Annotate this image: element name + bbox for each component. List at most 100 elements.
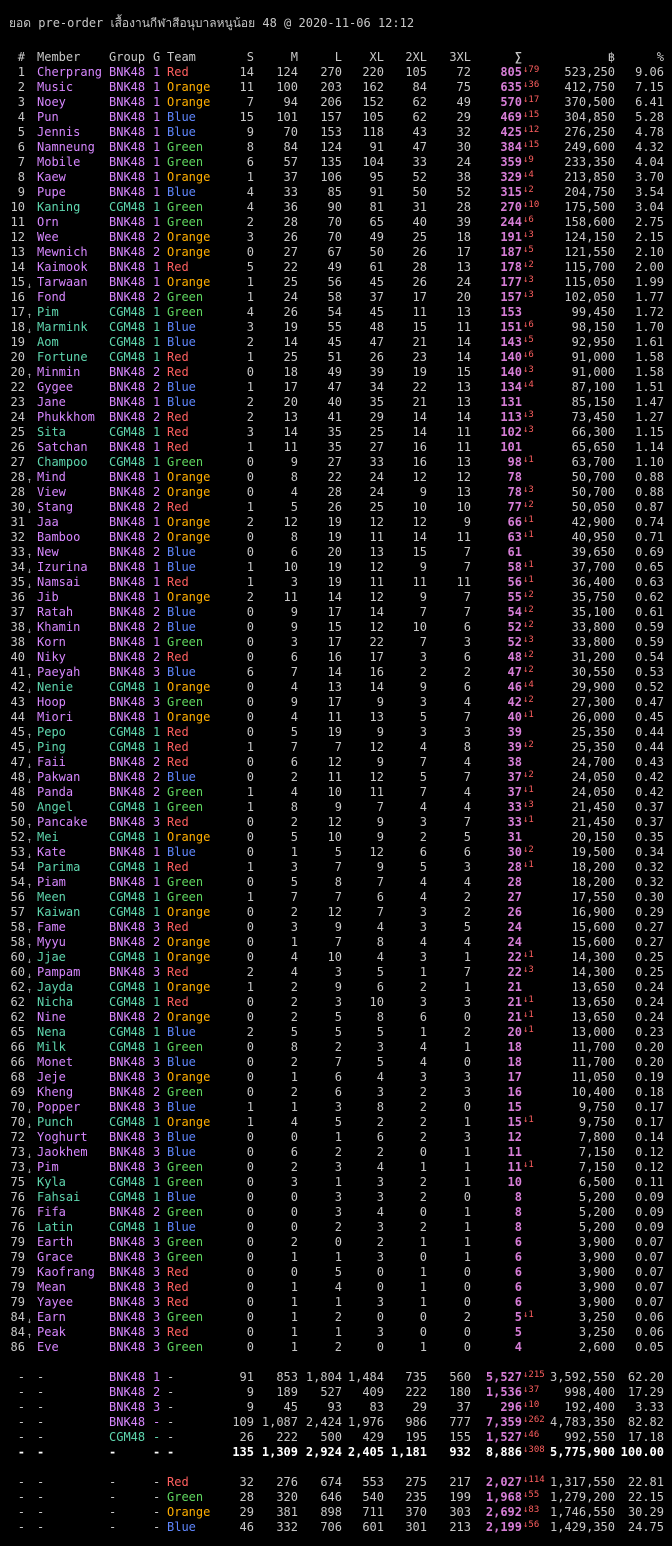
count-xl: 540 [362,1490,384,1504]
group: CGM48 [109,800,146,814]
rank: 33 [10,545,25,559]
count-s: 0 [246,650,254,664]
count-m: 14 [283,335,298,349]
total-baht: 523,250 [564,65,615,79]
table-row: 40 Niky BNK48 2 Red 0 6 16 17 3 6 48 ↓2 31,200 0.54 [0,650,672,665]
count-s: 0 [246,695,254,709]
table-row: 58 ↑ Fame BNK48 3 Red 0 3 9 4 3 5 24 15,600 0.27 [0,920,672,935]
count-increase: ↓37 [523,1385,540,1395]
header-baht: ฿ [607,50,615,64]
member-name: Mei [37,830,59,844]
team: Orange [167,95,211,109]
total-count: 270 [500,200,522,214]
count-xl: 3 [376,1085,384,1099]
team: Orange [167,950,211,964]
percent: 0.52 [635,680,664,694]
total-baht: 5,200 [578,1220,615,1234]
count-increase: ↓114 [523,1475,545,1485]
count-2xl: 5 [419,860,427,874]
total-baht: 18,200 [571,875,615,889]
member-name: Milk [37,1040,66,1054]
header-sum: ∑ [514,50,522,64]
count-l: 19 [327,515,342,529]
group: BNK48 [109,1145,146,1159]
member-name: Kaiwan [37,905,81,919]
team: Orange [167,170,211,184]
count-increase: ↓2 [523,500,534,510]
table-row: 76 Fifa BNK48 2 Green 0 0 3 4 0 1 8 5,200 0.09 [0,1205,672,1220]
generation: 1 [153,260,161,274]
team: Red [167,965,189,979]
total-baht: 370,500 [564,95,615,109]
count-2xl: 21 [412,395,427,409]
percent: 0.47 [635,695,664,709]
count-l: 527 [320,1385,342,1399]
count-m: 3 [290,635,298,649]
count-s: 0 [246,950,254,964]
count-l: 58 [327,290,342,304]
total-row: - - CGM48- -26 222 500 429 195 155 1,527 ↓46 992,55… [0,1430,672,1445]
count-s: 0 [246,770,254,784]
team: Green [167,155,204,169]
header-xl: XL [369,50,384,64]
generation: 1 [153,635,161,649]
count-l: 19 [327,725,342,739]
member-name: Grace [37,1250,74,1264]
count-m: 0 [290,1190,298,1204]
count-l: 54 [327,305,342,319]
table-row: 73 ↓ Jaokhem BNK48 3 Blue 0 6 2 2 0 1 11 7,150 0.12 [0,1145,672,1160]
generation: 1 [153,425,161,439]
rank: 13 [10,245,25,259]
count-2xl: 3 [419,1070,427,1084]
total-baht: 66,300 [571,425,615,439]
count-l: 93 [327,1400,342,1414]
count-s: 0 [246,875,254,889]
table-row: 76 Latin CGM48 1 Blue 0 0 2 3 2 1 8 5,200 0.09 [0,1220,672,1235]
team: Red [167,500,189,514]
generation: - [153,1520,161,1534]
percent: 0.45 [635,710,664,724]
table-row: 25 Sita CGM48 1 Red 3 14 35 25 14 11 102 ↓3 66,300 1.1… [0,425,672,440]
count-increase: ↓2 [523,260,534,270]
count-l: 49 [327,260,342,274]
count-3xl: 180 [449,1385,471,1399]
group: BNK48 [109,140,146,154]
table-row: 32 Bamboo BNK48 2 Orange 0 8 19 11 14 11 63 ↓1 40,950… [0,530,672,545]
count-2xl: 4 [419,740,427,754]
count-s: 4 [246,305,254,319]
percent: 4.04 [635,155,664,169]
group: BNK48 [109,170,146,184]
count-2xl: 16 [412,455,427,469]
rank: 79 [10,1235,25,1249]
rank: 79 [10,1280,25,1294]
count-s: 1 [246,860,254,874]
count-s: 2 [246,1025,254,1039]
count-s: 1 [246,890,254,904]
count-3xl: 37 [456,1400,471,1414]
table-row: 12 Wee BNK48 2 Orange 3 26 70 49 25 18 191 ↓3 124,150… [0,230,672,245]
group: BNK48 [109,815,146,829]
count-s: 3 [246,320,254,334]
generation: 1 [153,125,161,139]
rank: 56 [10,890,25,904]
percent: 5.28 [635,110,664,124]
table-row: 68 Jeje BNK48 3 Orange 0 1 6 4 3 3 17 11,050 0.19 [0,1070,672,1085]
total-count: 39 [507,740,522,754]
count-2xl: 12 [412,470,427,484]
count-l: 500 [320,1430,342,1444]
team: Red [167,860,189,874]
member-name: Jane [37,395,66,409]
table-row: 22 Gygee BNK48 2 Blue 1 17 47 34 22 13 134 ↓4 87,100 1… [0,380,672,395]
count-l: 16 [327,650,342,664]
total-count: 15 [507,1100,522,1114]
count-l: 706 [320,1520,342,1534]
count-xl: 9 [376,695,384,709]
count-3xl: 2 [463,905,471,919]
group: CGM48 [109,740,146,754]
count-l: 1 [334,1295,342,1309]
count-s: 0 [246,1220,254,1234]
header-group: Group [109,50,146,64]
count-m: 45 [283,1400,298,1414]
rank: 42 [10,680,25,694]
percent: 6.41 [635,95,664,109]
